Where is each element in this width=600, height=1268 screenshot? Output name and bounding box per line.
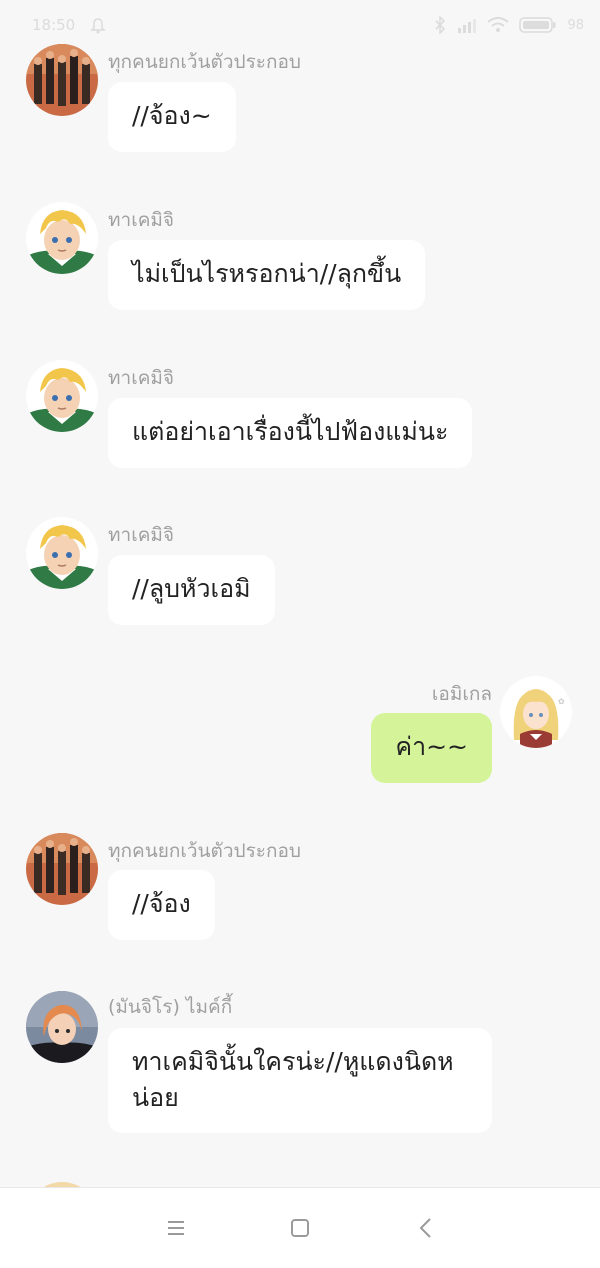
- group-avatar[interactable]: [26, 833, 98, 905]
- message-bubble[interactable]: ค่า~~: [371, 713, 492, 783]
- wifi-icon: [487, 17, 510, 32]
- message-bubble[interactable]: //ลูบหัวเอมิ: [108, 555, 275, 625]
- takemichi-avatar[interactable]: [26, 202, 98, 274]
- sender-name: ทุกคนยกเว้นตัวประกอบ: [108, 840, 301, 862]
- signal-icon: [458, 19, 477, 33]
- battery-icon: [519, 17, 556, 33]
- message-bubble[interactable]: //จ้อง: [108, 870, 215, 940]
- sender-name: (มันจิโร) ไมค์กี้: [108, 996, 233, 1018]
- notification-bell-icon: [90, 18, 106, 34]
- status-bar: 18:50 98: [0, 0, 600, 40]
- group-avatar[interactable]: [26, 44, 98, 116]
- mikey-avatar[interactable]: [26, 991, 98, 1063]
- svg-text:✿: ✿: [558, 697, 565, 706]
- sender-name: ทุกคนยกเว้นตัวประกอบ: [108, 51, 301, 73]
- takemichi-avatar[interactable]: [26, 517, 98, 589]
- home-square-icon[interactable]: [286, 1214, 314, 1242]
- menu-icon[interactable]: [162, 1214, 190, 1242]
- message-bubble[interactable]: ทาเคมิจินั้นใครน่ะ//หูแดงนิดหน่อย: [108, 1028, 492, 1133]
- message-bubble[interactable]: //จ้อง~: [108, 82, 236, 152]
- message-bubble[interactable]: ไม่เป็นไรหรอกน่า//ลุกขึ้น: [108, 240, 426, 310]
- sender-name: ทาเคมิจิ: [108, 524, 175, 546]
- chat-area[interactable]: ทุกคนยกเว้นตัวประกอบ //จ้อง~ ทาเคมิจิ ไม…: [0, 0, 600, 1187]
- bluetooth-icon: [435, 16, 446, 34]
- status-time: 18:50: [32, 16, 76, 34]
- back-chevron-icon[interactable]: [412, 1214, 440, 1242]
- sender-name: เอมิเกล: [431, 683, 492, 705]
- system-nav-bar: [0, 1187, 600, 1268]
- message-bubble[interactable]: แต่อย่าเอาเรื่องนี้ไปฟ้องแม่นะ: [108, 398, 473, 468]
- sender-name: ทาเคมิจิ: [108, 209, 175, 231]
- emi-avatar[interactable]: ✿: [500, 676, 572, 748]
- sender-name: ทาเคมิจิ: [108, 367, 175, 389]
- status-icons: 98: [433, 16, 584, 34]
- battery-percent: 98: [567, 17, 584, 33]
- takemichi-avatar[interactable]: [26, 360, 98, 432]
